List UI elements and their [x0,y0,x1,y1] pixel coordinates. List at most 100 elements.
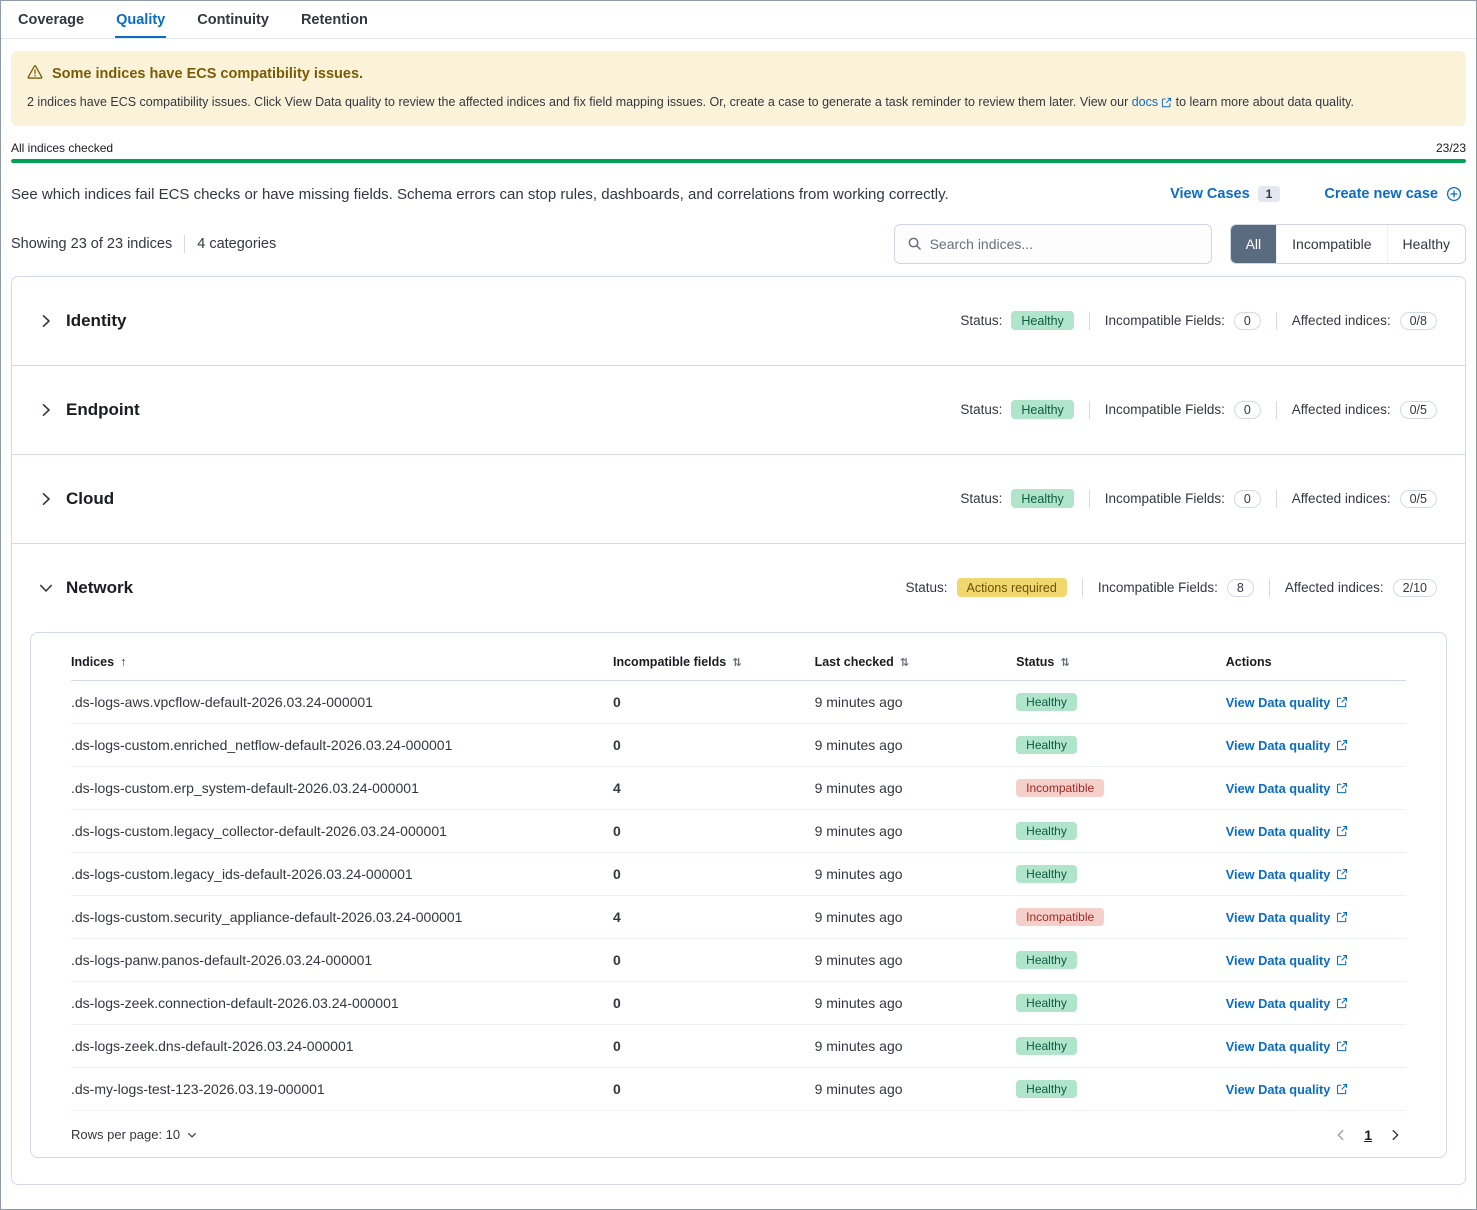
categories-count-summary: 4 categories [197,236,276,252]
status-badge: Healthy [1016,951,1077,969]
callout-title-text: Some indices have ECS compatibility issu… [52,66,363,82]
chevron-down-icon [38,580,54,596]
next-page-button[interactable] [1388,1128,1402,1142]
tab-quality[interactable]: Quality [115,1,166,38]
categories-list: Identity Status: Healthy Incompatible Fi… [12,277,1465,1184]
sort-ascending-icon: ↑ [120,655,126,669]
category-meta: Status: Actions required Incompatible Fi… [905,578,1437,597]
meta-divider [1089,312,1090,330]
external-link-icon [1336,1083,1348,1095]
index-name: .ds-logs-custom.enriched_netflow-default… [71,723,613,766]
incompatible-fields-label: Incompatible Fields: [1105,313,1225,328]
view-data-quality-link[interactable]: View Data quality [1226,695,1349,710]
callout-body-text-after: to learn more about data quality. [1172,95,1354,109]
table-row: .ds-logs-custom.security_appliance-defau… [71,895,1406,938]
external-link-icon [1336,782,1348,794]
table-row: .ds-logs-zeek.connection-default-2026.03… [71,981,1406,1024]
network-indices-table: Indices↑Incompatible fields⇅Last checked… [71,639,1406,1111]
affected-indices-badge: 2/10 [1393,579,1437,597]
category-header-network[interactable]: Network Status: Actions required Incompa… [12,544,1465,632]
category-title: Cloud [66,489,114,509]
filter-all[interactable]: All [1231,225,1277,263]
category-section-endpoint: Endpoint Status: Healthy Incompatible Fi… [12,365,1465,454]
affected-indices-label: Affected indices: [1285,580,1384,595]
incompatible-count: 0 [613,680,815,723]
incompatible-fields-badge: 0 [1234,401,1261,419]
incompatible-count: 0 [613,852,815,895]
status-badge: Healthy [1016,736,1077,754]
category-meta: Status: Healthy Incompatible Fields: 0 A… [960,400,1437,419]
external-link-icon [1336,825,1348,837]
progress-label: All indices checked [11,141,113,155]
callout-body-text: 2 indices have ECS compatibility issues.… [27,95,1132,109]
column-header-last-checked[interactable]: Last checked⇅ [815,639,1017,681]
external-link-icon [1336,739,1348,751]
last-checked: 9 minutes ago [815,852,1017,895]
view-data-quality-link[interactable]: View Data quality [1226,824,1349,839]
network-indices-panel: Indices↑Incompatible fields⇅Last checked… [30,632,1447,1158]
category-title: Endpoint [66,400,140,420]
tab-continuity[interactable]: Continuity [196,1,270,38]
status-label: Status: [960,313,1002,328]
chevron-left-icon [1334,1128,1348,1142]
view-data-quality-link[interactable]: View Data quality [1226,867,1349,882]
column-header-indices[interactable]: Indices↑ [71,639,613,681]
page-number-button[interactable]: 1 [1364,1127,1372,1143]
view-cases-link[interactable]: View Cases 1 [1170,186,1280,202]
affected-indices-label: Affected indices: [1292,313,1391,328]
view-data-quality-link[interactable]: View Data quality [1226,1039,1349,1054]
status-badge: Healthy [1016,994,1077,1012]
filter-healthy[interactable]: Healthy [1387,225,1465,263]
create-new-case-link[interactable]: Create new case [1324,186,1462,202]
status-label: Status: [905,580,947,595]
docs-link[interactable]: docs [1132,93,1172,112]
intro-actions: View Cases 1 Create new case [1170,186,1466,202]
index-name: .ds-logs-zeek.connection-default-2026.03… [71,981,613,1024]
index-name: .ds-logs-zeek.dns-default-2026.03.24-000… [71,1024,613,1067]
incompatible-count: 0 [613,1067,815,1110]
filter-incompatible[interactable]: Incompatible [1276,225,1386,263]
view-data-quality-link[interactable]: View Data quality [1226,953,1349,968]
last-checked: 9 minutes ago [815,766,1017,809]
table-row: .ds-logs-aws.vpcflow-default-2026.03.24-… [71,680,1406,723]
callout-body: 2 indices have ECS compatibility issues.… [27,93,1450,112]
incompatible-count: 0 [613,938,815,981]
incompatible-fields-label: Incompatible Fields: [1105,402,1225,417]
external-link-icon [1336,1040,1348,1052]
category-section-identity: Identity Status: Healthy Incompatible Fi… [12,277,1465,365]
progress-bar-fill [11,159,1466,163]
view-data-quality-link[interactable]: View Data quality [1226,996,1349,1011]
quality-tab-content: Some indices have ECS compatibility issu… [1,39,1476,1185]
status-badge: Healthy [1016,822,1077,840]
meta-divider [1276,490,1277,508]
category-title: Identity [66,311,126,331]
view-data-quality-link[interactable]: View Data quality [1226,738,1349,753]
table-footer: Rows per page: 10 1 [71,1127,1406,1143]
column-header-status[interactable]: Status⇅ [1016,639,1226,681]
intro-row: See which indices fail ECS checks or hav… [11,186,1466,203]
plus-circle-icon [1446,186,1462,202]
view-data-quality-link[interactable]: View Data quality [1226,1082,1349,1097]
indices-check-progress: All indices checked 23/23 [11,141,1466,163]
category-header-endpoint[interactable]: Endpoint Status: Healthy Incompatible Fi… [12,366,1465,454]
previous-page-button[interactable] [1334,1128,1348,1142]
category-header-cloud[interactable]: Cloud Status: Healthy Incompatible Field… [12,455,1465,543]
rows-per-page-button[interactable]: Rows per page: 10 [71,1127,198,1142]
docs-link-label: docs [1132,93,1158,112]
last-checked: 9 minutes ago [815,938,1017,981]
category-header-identity[interactable]: Identity Status: Healthy Incompatible Fi… [12,277,1465,365]
view-data-quality-link[interactable]: View Data quality [1226,910,1349,925]
tab-coverage[interactable]: Coverage [17,1,85,38]
affected-indices-badge: 0/8 [1400,312,1437,330]
column-label: Actions [1226,655,1272,669]
search-input[interactable] [930,236,1199,252]
chevron-right-icon [38,313,54,329]
column-header-incompatible-fields[interactable]: Incompatible fields⇅ [613,639,815,681]
pagination: 1 [1334,1127,1406,1143]
index-name: .ds-logs-custom.legacy_collector-default… [71,809,613,852]
sortable-icon: ⇅ [900,657,909,669]
view-data-quality-link[interactable]: View Data quality [1226,781,1349,796]
index-name: .ds-logs-aws.vpcflow-default-2026.03.24-… [71,680,613,723]
external-link-icon [1161,97,1172,108]
tab-retention[interactable]: Retention [300,1,369,38]
